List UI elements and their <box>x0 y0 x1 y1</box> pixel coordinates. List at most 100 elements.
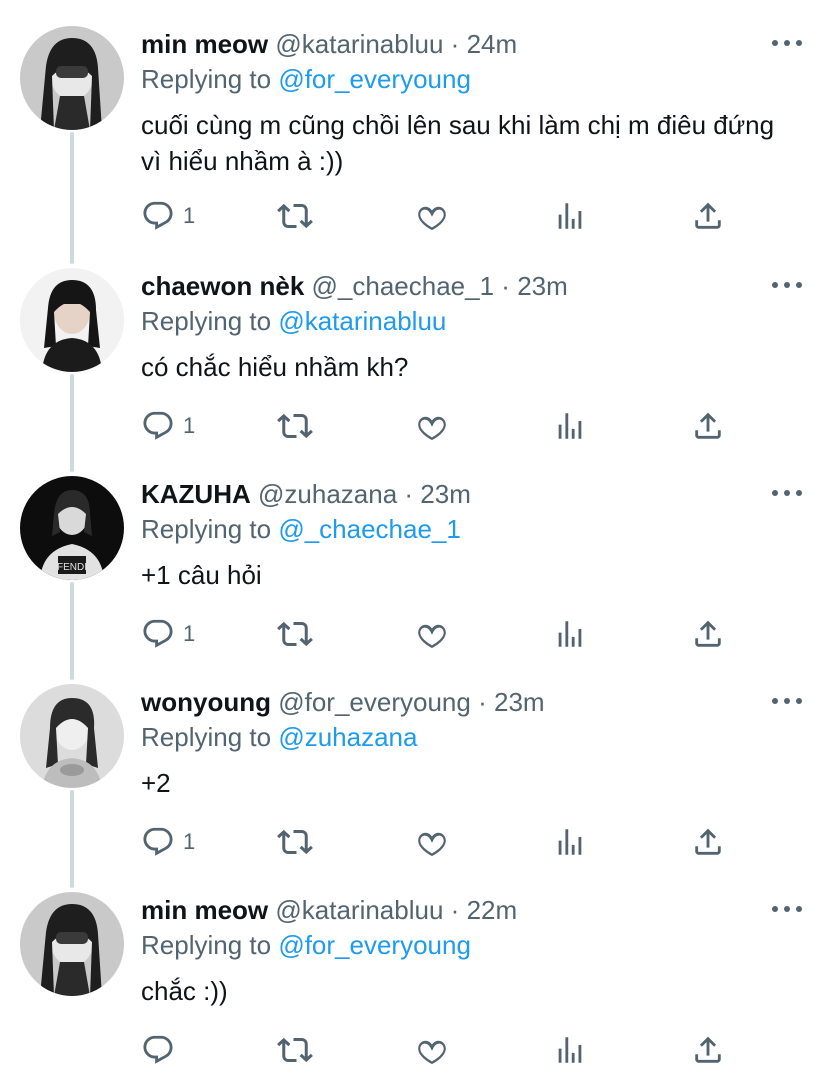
tweet-header: KAZUHA @zuhazana · 23m <box>141 478 471 510</box>
retweet-button[interactable] <box>277 1030 313 1070</box>
tweet-text: cuối cùng m cũng chồi lên sau khi làm ch… <box>141 110 775 176</box>
more-icon[interactable] <box>772 902 802 916</box>
share-icon <box>695 412 721 439</box>
analytics-button[interactable] <box>553 614 587 654</box>
reply-button[interactable]: 1 <box>141 614 195 654</box>
like-button[interactable] <box>415 1030 449 1070</box>
replying-to-handle[interactable]: @_chaechae_1 <box>278 514 461 544</box>
retweet-icon <box>277 621 313 647</box>
tweet[interactable]: chaewon nèk @_chaechae_1 · 23m Replying … <box>0 242 828 450</box>
reply-icon <box>143 411 173 440</box>
analytics-icon <box>558 203 582 229</box>
analytics-button[interactable] <box>553 1030 587 1070</box>
reply-button[interactable] <box>141 1030 183 1070</box>
avatar[interactable]: FENDI <box>20 476 124 580</box>
retweet-button[interactable] <box>277 822 313 862</box>
like-button[interactable] <box>415 406 449 446</box>
share-button[interactable] <box>691 406 725 446</box>
separator-dot: · <box>478 687 487 717</box>
share-icon <box>695 620 721 647</box>
replying-to-handle[interactable]: @katarinabluu <box>278 306 446 336</box>
share-icon <box>695 828 721 855</box>
reply-icon <box>143 201 173 230</box>
display-name[interactable]: chaewon nèk <box>141 271 304 301</box>
like-icon <box>418 1040 446 1065</box>
separator-dot: · <box>450 29 460 59</box>
reply-count: 1 <box>183 621 196 646</box>
user-handle[interactable]: @katarinabluu <box>275 895 443 925</box>
replying-to-handle[interactable]: @zuhazana <box>278 722 417 752</box>
analytics-button[interactable] <box>553 822 587 862</box>
replying-to: Replying to @katarinabluu <box>141 305 446 337</box>
reply-icon <box>143 827 173 856</box>
timestamp[interactable]: 24m <box>467 29 518 59</box>
like-button[interactable] <box>415 196 449 236</box>
retweet-button[interactable] <box>277 614 313 654</box>
avatar[interactable] <box>20 684 124 788</box>
replying-to: Replying to @zuhazana <box>141 721 417 753</box>
tweet[interactable]: min meow @katarinabluu · 22m Replying to… <box>0 866 828 1074</box>
display-name[interactable]: wonyoung <box>141 687 271 717</box>
replying-to: Replying to @for_everyoung <box>141 63 471 95</box>
avatar[interactable] <box>20 268 124 372</box>
display-name[interactable]: KAZUHA <box>141 479 251 509</box>
display-name[interactable]: min meow <box>141 29 268 59</box>
avatar[interactable] <box>20 892 124 996</box>
reply-count: 1 <box>183 203 196 228</box>
replying-to-handle[interactable]: @for_everyoung <box>278 930 471 960</box>
share-button[interactable] <box>691 822 725 862</box>
tweet-text: +2 <box>141 768 171 798</box>
more-icon[interactable] <box>772 694 802 708</box>
user-handle[interactable]: @katarinabluu <box>275 29 443 59</box>
separator-dot: · <box>501 271 510 301</box>
reply-button[interactable]: 1 <box>141 822 195 862</box>
separator-dot: · <box>450 895 460 925</box>
replying-prefix: Replying to <box>141 514 272 544</box>
tweet[interactable]: min meow @katarinabluu · 24m Replying to… <box>0 0 828 231</box>
replying-prefix: Replying to <box>141 64 272 94</box>
replying-prefix: Replying to <box>141 930 272 960</box>
reply-button[interactable]: 1 <box>141 406 195 446</box>
avatar[interactable] <box>20 26 124 130</box>
analytics-button[interactable] <box>553 406 587 446</box>
action-bar: 1 <box>141 406 741 446</box>
svg-text:FENDI: FENDI <box>57 562 87 573</box>
timestamp[interactable]: 22m <box>467 895 518 925</box>
tweet-text: +1 câu hỏi <box>141 560 262 590</box>
more-icon[interactable] <box>772 278 802 292</box>
more-icon[interactable] <box>772 36 802 50</box>
tweet-header: min meow @katarinabluu · 22m <box>141 894 517 926</box>
reply-button[interactable]: 1 <box>141 196 195 236</box>
reply-icon <box>143 619 173 648</box>
tweet[interactable]: FENDI KAZUHA @zuhazana · 23m Replying to… <box>0 450 828 658</box>
replying-to: Replying to @for_everyoung <box>141 929 471 961</box>
replying-prefix: Replying to <box>141 722 272 752</box>
analytics-icon <box>558 1037 582 1063</box>
retweet-icon <box>277 413 313 439</box>
share-button[interactable] <box>691 614 725 654</box>
display-name[interactable]: min meow <box>141 895 268 925</box>
tweet-text: chắc :)) <box>141 976 228 1006</box>
like-icon <box>418 832 446 857</box>
replying-to-handle[interactable]: @for_everyoung <box>278 64 471 94</box>
like-button[interactable] <box>415 822 449 862</box>
share-button[interactable] <box>691 1030 725 1070</box>
retweet-icon <box>277 203 313 229</box>
retweet-button[interactable] <box>277 196 313 236</box>
more-icon[interactable] <box>772 486 802 500</box>
analytics-icon <box>558 413 582 439</box>
analytics-button[interactable] <box>553 196 587 236</box>
user-handle[interactable]: @zuhazana <box>258 479 397 509</box>
like-button[interactable] <box>415 614 449 654</box>
timestamp[interactable]: 23m <box>517 271 568 301</box>
timestamp[interactable]: 23m <box>420 479 471 509</box>
retweet-button[interactable] <box>277 406 313 446</box>
tweet[interactable]: wonyoung @for_everyoung · 23m Replying t… <box>0 658 828 866</box>
timestamp[interactable]: 23m <box>494 687 545 717</box>
tweet-text: có chắc hiểu nhầm kh? <box>141 352 409 382</box>
reply-count: 1 <box>183 829 196 854</box>
share-button[interactable] <box>691 196 725 236</box>
user-handle[interactable]: @for_everyoung <box>278 687 471 717</box>
tweet-header: chaewon nèk @_chaechae_1 · 23m <box>141 270 568 302</box>
user-handle[interactable]: @_chaechae_1 <box>312 271 495 301</box>
